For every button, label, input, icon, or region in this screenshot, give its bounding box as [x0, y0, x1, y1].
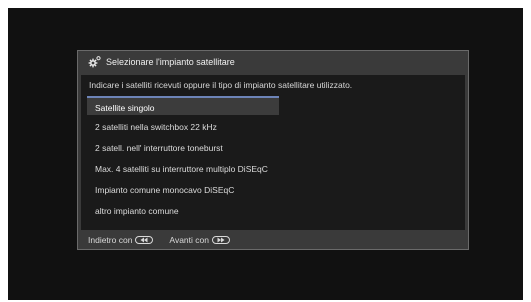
rewind-button-icon: [135, 236, 154, 244]
tv-screen: Selezionare l'impianto satellitare Indic…: [8, 8, 523, 300]
satellite-option-list: Satellite singolo 2 satelliti nella swit…: [87, 96, 461, 222]
next-button[interactable]: Avanti con: [169, 235, 230, 245]
dialog-title-bar: Selezionare l'impianto satellitare: [78, 51, 468, 73]
gear-satellite-icon: [88, 55, 102, 69]
dialog-footer: Indietro con Avanti con: [88, 235, 246, 245]
option-max-4-satelliti-diseqc[interactable]: Max. 4 satelliti su interruttore multipl…: [87, 159, 461, 180]
option-2-satell-toneburst[interactable]: 2 satell. nell' interruttore toneburst: [87, 138, 461, 159]
dialog-title: Selezionare l'impianto satellitare: [106, 57, 235, 67]
back-button[interactable]: Indietro con: [88, 235, 154, 245]
option-altro-impianto[interactable]: altro impianto comune: [87, 201, 461, 222]
option-2-satelliti-switchbox[interactable]: 2 satelliti nella switchbox 22 kHz: [87, 117, 461, 138]
back-label: Indietro con: [88, 235, 133, 245]
next-label: Avanti con: [169, 235, 209, 245]
satellite-setup-dialog: Selezionare l'impianto satellitare Indic…: [77, 50, 469, 250]
forward-button-icon: [211, 236, 230, 244]
option-satellite-singolo[interactable]: Satellite singolo: [87, 96, 279, 115]
instruction-text: Indicare i satelliti ricevuti oppure il …: [89, 80, 353, 90]
dialog-body: Indicare i satelliti ricevuti oppure il …: [81, 75, 465, 230]
option-impianto-monocavo[interactable]: Impianto comune monocavo DiSEqC: [87, 180, 461, 201]
